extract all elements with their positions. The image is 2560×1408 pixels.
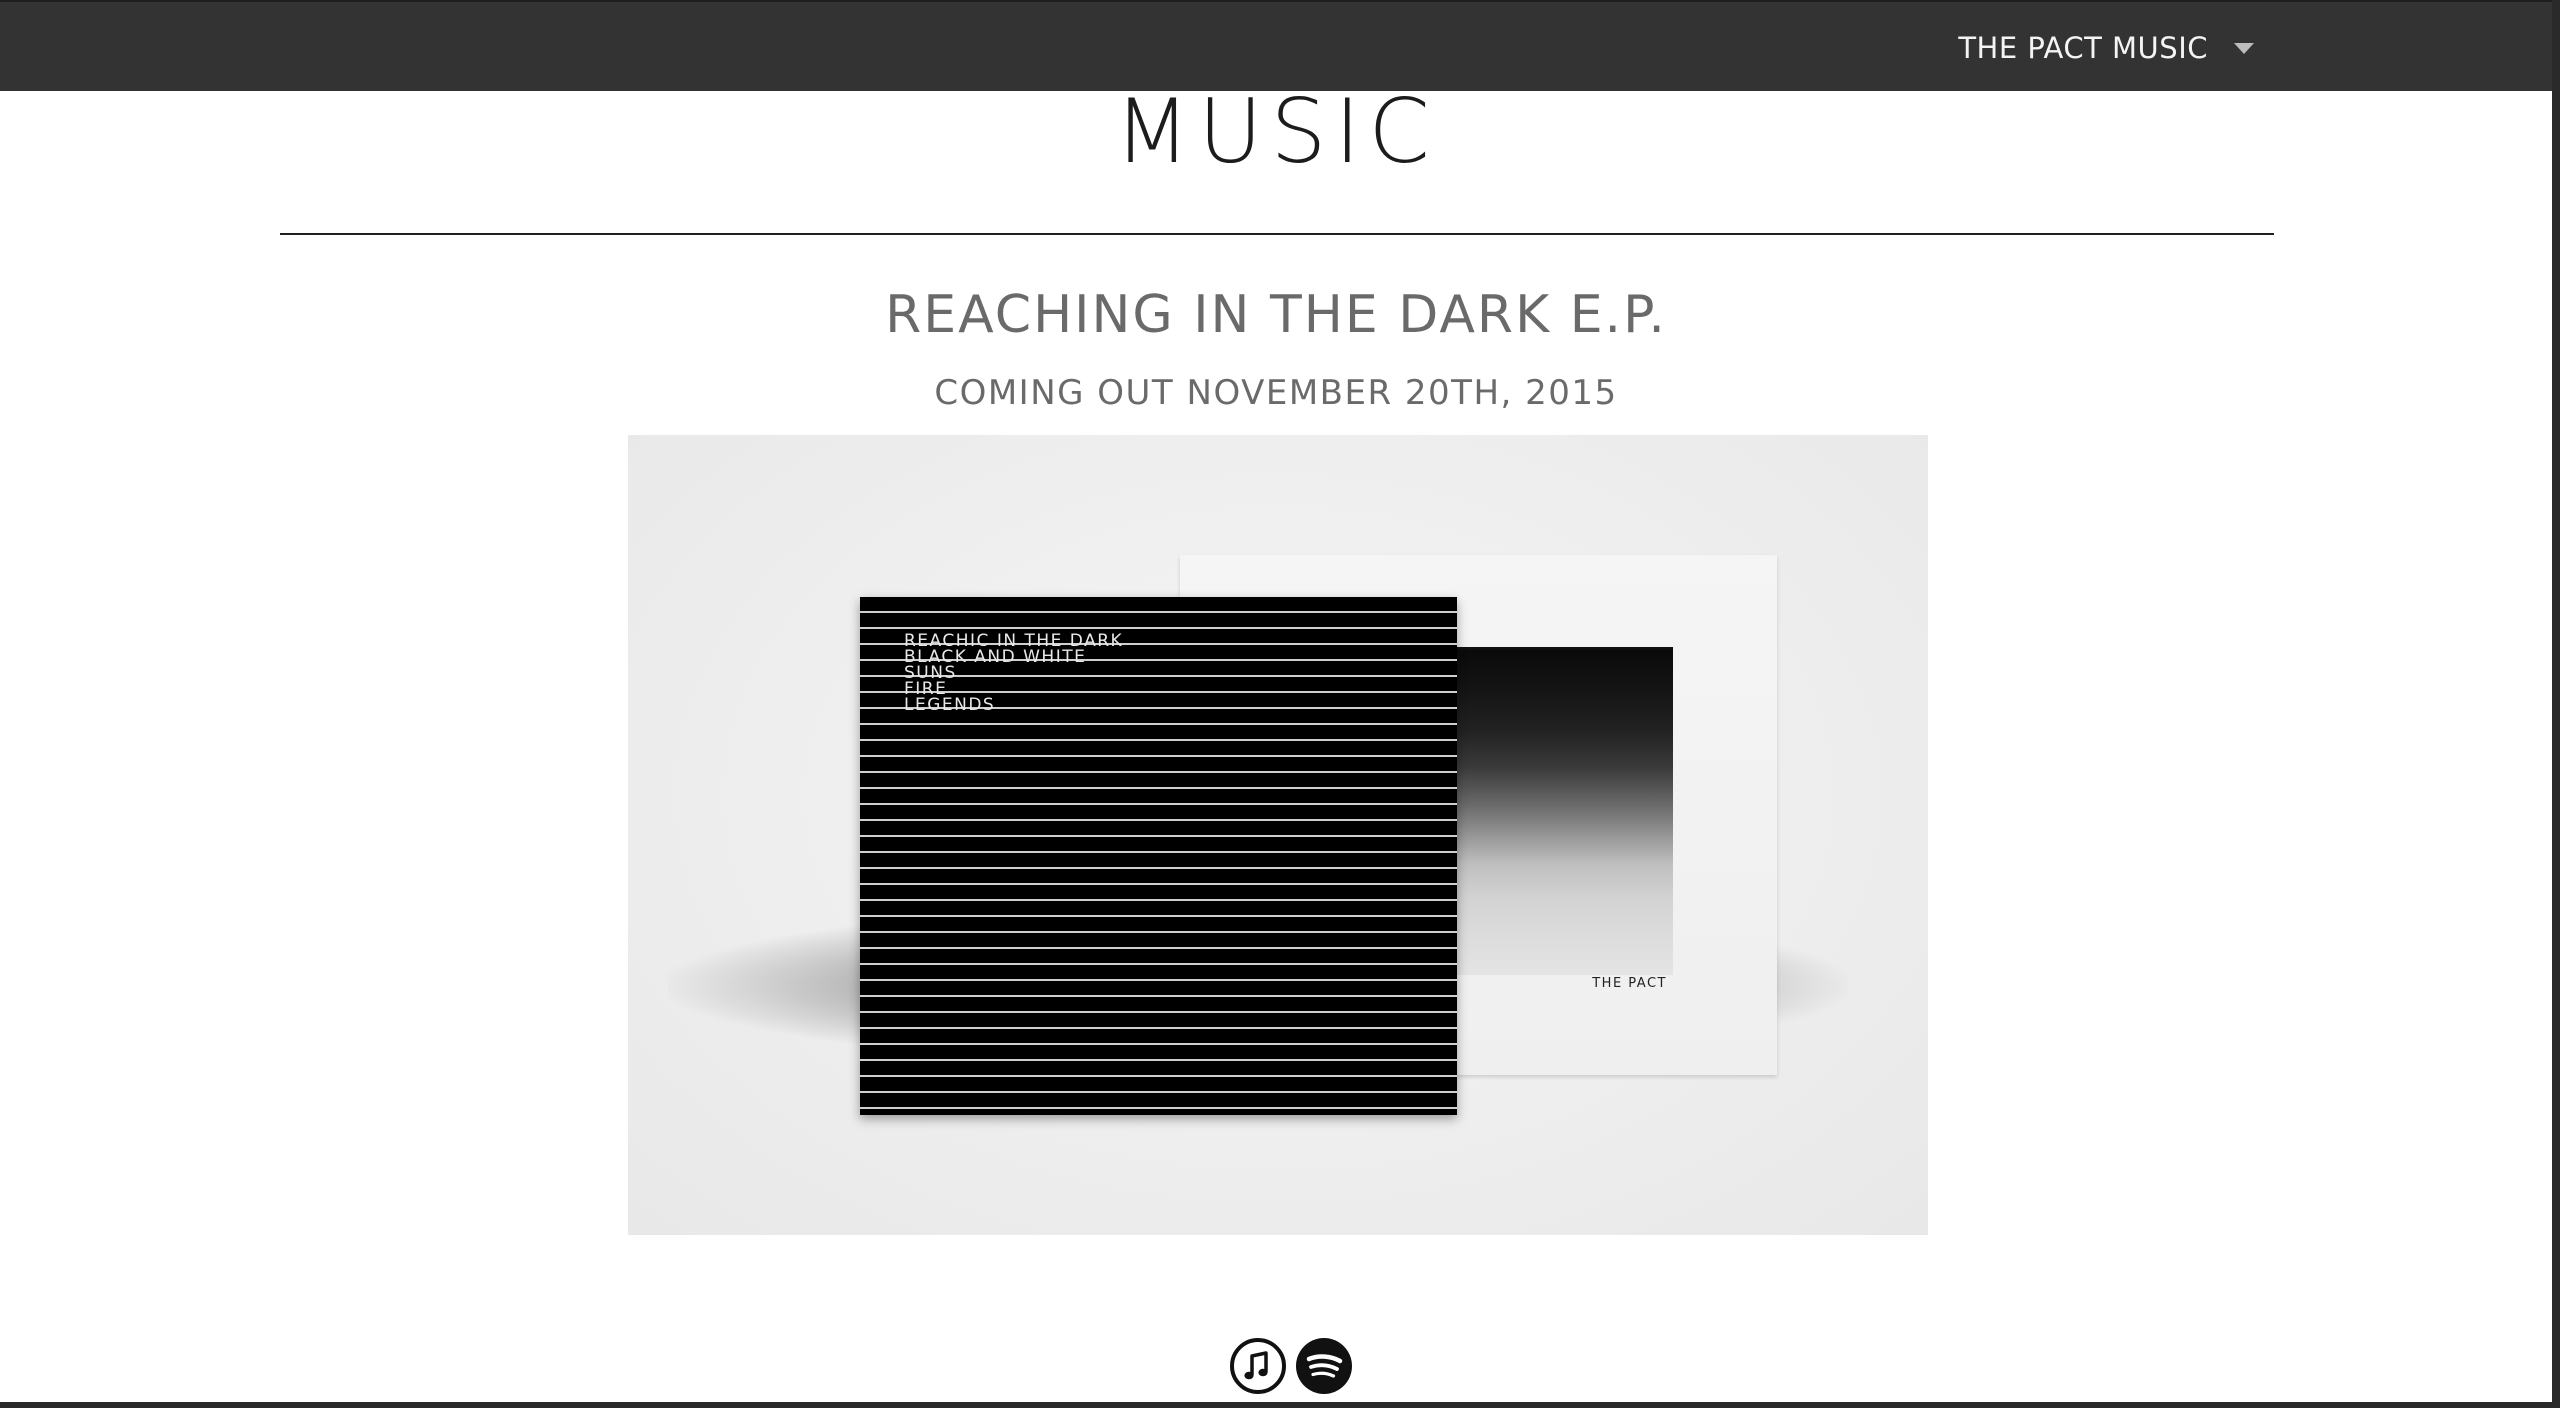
store-links [1229, 1337, 1353, 1395]
release-date: COMING OUT NOVEMBER 20TH, 2015 [934, 373, 1618, 413]
track-item: LEGENDS [904, 695, 996, 715]
caret-down-icon [2234, 42, 2254, 54]
spotify-icon [1296, 1338, 1352, 1394]
tracklist: REACHIC IN THE DARK BLACK AND WHITE SUNS… [904, 633, 1123, 715]
page-title: MUSIC [1114, 80, 1438, 183]
itunes-link[interactable] [1229, 1337, 1287, 1395]
artist-label: THE PACT [1592, 976, 1667, 991]
the-pact-music-menu[interactable]: THE PACT MUSIC [1958, 28, 2254, 68]
menu-label: THE PACT MUSIC [1958, 31, 2208, 65]
top-navigation-bar: THE PACT MUSIC [0, 0, 2552, 91]
spotify-link[interactable] [1295, 1337, 1353, 1395]
album-title: REACHING IN THE DARK E.P. [885, 285, 1667, 345]
album-artwork-image: THE PACT REACHIC IN THE DARK BLACK AND W… [628, 435, 1928, 1235]
divider [280, 233, 2274, 235]
black-striped-sleeve: REACHIC IN THE DARK BLACK AND WHITE SUNS… [860, 597, 1457, 1115]
browser-viewport: THE PACT MUSIC MUSIC REACHING IN THE DAR… [0, 0, 2560, 1408]
music-note-icon [1230, 1338, 1286, 1394]
